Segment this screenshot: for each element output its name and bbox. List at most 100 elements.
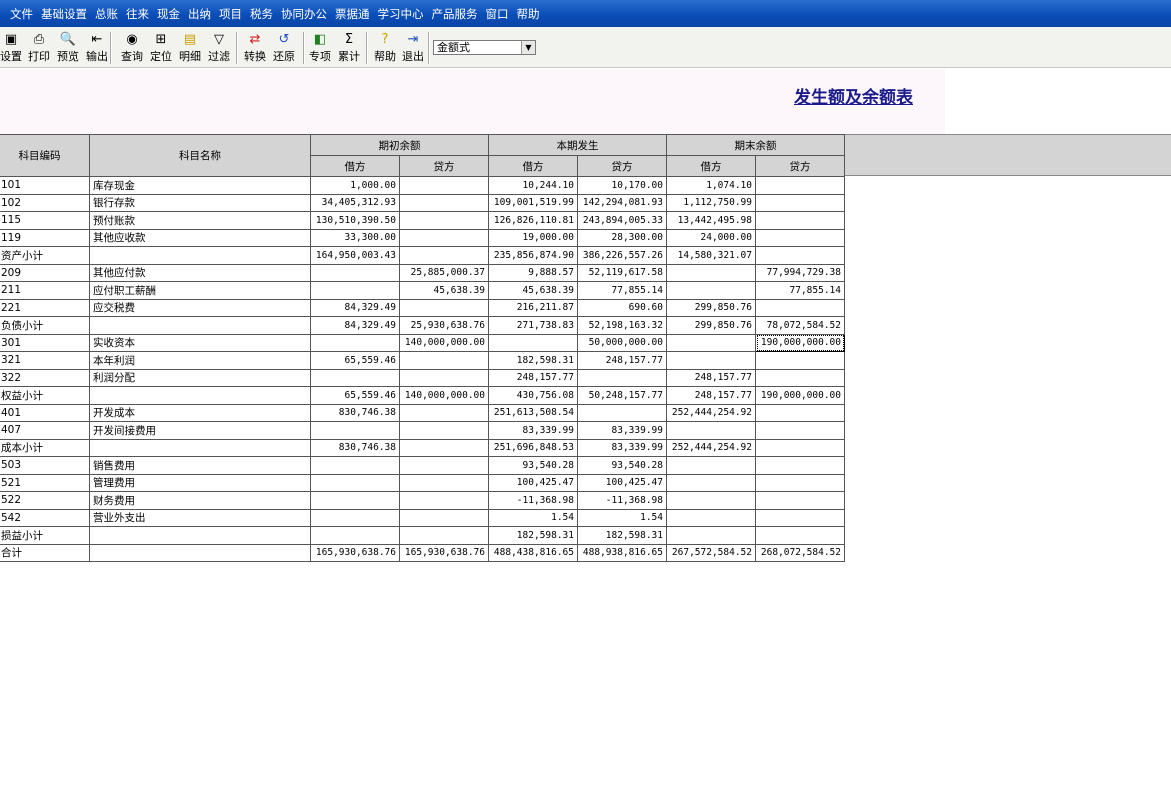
cell-oc[interactable]: 165,930,638.76 <box>399 543 489 562</box>
cell-oc[interactable] <box>399 368 489 387</box>
toolbar-button-13[interactable]: ⇥ 退出 <box>402 31 424 67</box>
cell-cc[interactable]: 78,072,584.52 <box>755 316 845 335</box>
cell-cc[interactable]: 77,994,729.38 <box>755 263 845 282</box>
table-row[interactable]: 521 管理费用 100,425.47 100,425.47 <box>0 473 845 492</box>
cell-od[interactable] <box>310 421 400 440</box>
cell-oc[interactable] <box>399 228 489 247</box>
cell-oc[interactable] <box>399 473 489 492</box>
cell-pc[interactable] <box>577 403 667 422</box>
cell-od[interactable]: 65,559.46 <box>310 386 400 405</box>
cell-pc[interactable]: 52,198,163.32 <box>577 316 667 335</box>
cell-cc[interactable]: 268,072,584.52 <box>755 543 845 562</box>
cell-pd[interactable]: 126,826,110.81 <box>488 211 578 230</box>
cell-od[interactable] <box>310 526 400 545</box>
toolbar-button-2[interactable]: 🔍 预览 <box>57 31 79 67</box>
toolbar-button-8[interactable]: ⇄ 转换 <box>244 31 266 67</box>
table-row[interactable]: 合计 165,930,638.76 165,930,638.76 488,438,81… <box>0 543 845 562</box>
cell-code[interactable]: 522 <box>0 491 90 510</box>
cell-cc[interactable] <box>755 193 845 212</box>
cell-pd[interactable]: 83,339.99 <box>488 421 578 440</box>
cell-code[interactable]: 321 <box>0 351 90 370</box>
menu-item-4[interactable]: 现金 <box>157 6 180 22</box>
cell-oc[interactable] <box>399 491 489 510</box>
cell-code[interactable]: 503 <box>0 456 90 475</box>
menu-item-9[interactable]: 票据通 <box>335 6 370 22</box>
cell-cc[interactable] <box>755 438 845 457</box>
cell-oc[interactable] <box>399 438 489 457</box>
cell-od[interactable]: 830,746.38 <box>310 438 400 457</box>
table-row[interactable]: 211 应付职工薪酬 45,638.39 45,638.39 77,855.14 77,8… <box>0 281 845 300</box>
cell-cc[interactable] <box>755 421 845 440</box>
cell-name[interactable]: 开发成本 <box>89 403 311 422</box>
cell-pc[interactable] <box>577 368 667 387</box>
toolbar-button-0[interactable]: ▣ 设置 <box>0 31 22 67</box>
cell-cc[interactable]: 77,855.14 <box>755 281 845 300</box>
cell-pc[interactable]: 386,226,557.26 <box>577 246 667 265</box>
cell-oc[interactable] <box>399 508 489 527</box>
cell-cc[interactable] <box>755 403 845 422</box>
menu-item-12[interactable]: 窗口 <box>486 6 509 22</box>
cell-name[interactable] <box>89 438 311 457</box>
cell-cc[interactable] <box>755 368 845 387</box>
cell-pc[interactable]: 77,855.14 <box>577 281 667 300</box>
cell-pc[interactable]: 100,425.47 <box>577 473 667 492</box>
cell-oc[interactable] <box>399 421 489 440</box>
menu-item-2[interactable]: 总账 <box>95 6 118 22</box>
cell-od[interactable] <box>310 281 400 300</box>
cell-cd[interactable]: 299,850.76 <box>666 316 756 335</box>
cell-pd[interactable]: 251,696,848.53 <box>488 438 578 457</box>
cell-od[interactable]: 33,300.00 <box>310 228 400 247</box>
cell-pd[interactable]: 93,540.28 <box>488 456 578 475</box>
cell-name[interactable]: 财务费用 <box>89 491 311 510</box>
cell-oc[interactable] <box>399 193 489 212</box>
cell-cd[interactable]: 13,442,495.98 <box>666 211 756 230</box>
cell-cd[interactable] <box>666 526 756 545</box>
cell-code[interactable]: 损益小计 <box>0 526 90 545</box>
cell-code[interactable]: 521 <box>0 473 90 492</box>
toolbar-button-9[interactable]: ↺ 还原 <box>273 31 295 67</box>
cell-cd[interactable] <box>666 333 756 352</box>
cell-pd[interactable]: 182,598.31 <box>488 526 578 545</box>
cell-cd[interactable]: 248,157.77 <box>666 386 756 405</box>
cell-cd[interactable] <box>666 491 756 510</box>
toolbar-button-4[interactable]: ◉ 查询 <box>121 31 143 67</box>
cell-cc[interactable] <box>755 298 845 317</box>
cell-code[interactable]: 119 <box>0 228 90 247</box>
cell-name[interactable]: 开发间接费用 <box>89 421 311 440</box>
cell-oc[interactable] <box>399 176 489 195</box>
cell-code[interactable]: 221 <box>0 298 90 317</box>
cell-code[interactable]: 102 <box>0 193 90 212</box>
table-row[interactable]: 503 销售费用 93,540.28 93,540.28 <box>0 456 845 475</box>
cell-cd[interactable] <box>666 421 756 440</box>
menu-item-10[interactable]: 学习中心 <box>378 6 424 22</box>
cell-pd[interactable]: 45,638.39 <box>488 281 578 300</box>
cell-oc[interactable] <box>399 298 489 317</box>
cell-pc[interactable]: 83,339.99 <box>577 438 667 457</box>
cell-pc[interactable]: 83,339.99 <box>577 421 667 440</box>
cell-code[interactable]: 101 <box>0 176 90 195</box>
table-row[interactable]: 522 财务费用 -11,368.98 -11,368.98 <box>0 491 845 510</box>
cell-pd[interactable]: 109,001,519.99 <box>488 193 578 212</box>
cell-name[interactable]: 本年利润 <box>89 351 311 370</box>
cell-cc[interactable] <box>755 491 845 510</box>
cell-pd[interactable]: 430,756.08 <box>488 386 578 405</box>
cell-pd[interactable]: -11,368.98 <box>488 491 578 510</box>
cell-pc[interactable]: 182,598.31 <box>577 526 667 545</box>
toolbar-button-10[interactable]: ◧ 专项 <box>309 31 331 67</box>
table-row[interactable]: 115 预付账款 130,510,390.50 126,826,110.81 243,8… <box>0 211 845 230</box>
table-row[interactable]: 102 银行存款 34,405,312.93 109,001,519.99 142,29… <box>0 193 845 212</box>
cell-cc[interactable] <box>755 176 845 195</box>
cell-code[interactable]: 542 <box>0 508 90 527</box>
toolbar-button-7[interactable]: ▽ 过滤 <box>208 31 230 67</box>
cell-code[interactable]: 211 <box>0 281 90 300</box>
cell-pd[interactable]: 100,425.47 <box>488 473 578 492</box>
cell-name[interactable] <box>89 246 311 265</box>
cell-name[interactable] <box>89 543 311 562</box>
cell-code[interactable]: 301 <box>0 333 90 352</box>
cell-od[interactable]: 84,329.49 <box>310 298 400 317</box>
cell-oc[interactable] <box>399 456 489 475</box>
cell-code[interactable]: 资产小计 <box>0 246 90 265</box>
cell-name[interactable]: 其他应付款 <box>89 263 311 282</box>
cell-oc[interactable] <box>399 351 489 370</box>
cell-name[interactable]: 利润分配 <box>89 368 311 387</box>
